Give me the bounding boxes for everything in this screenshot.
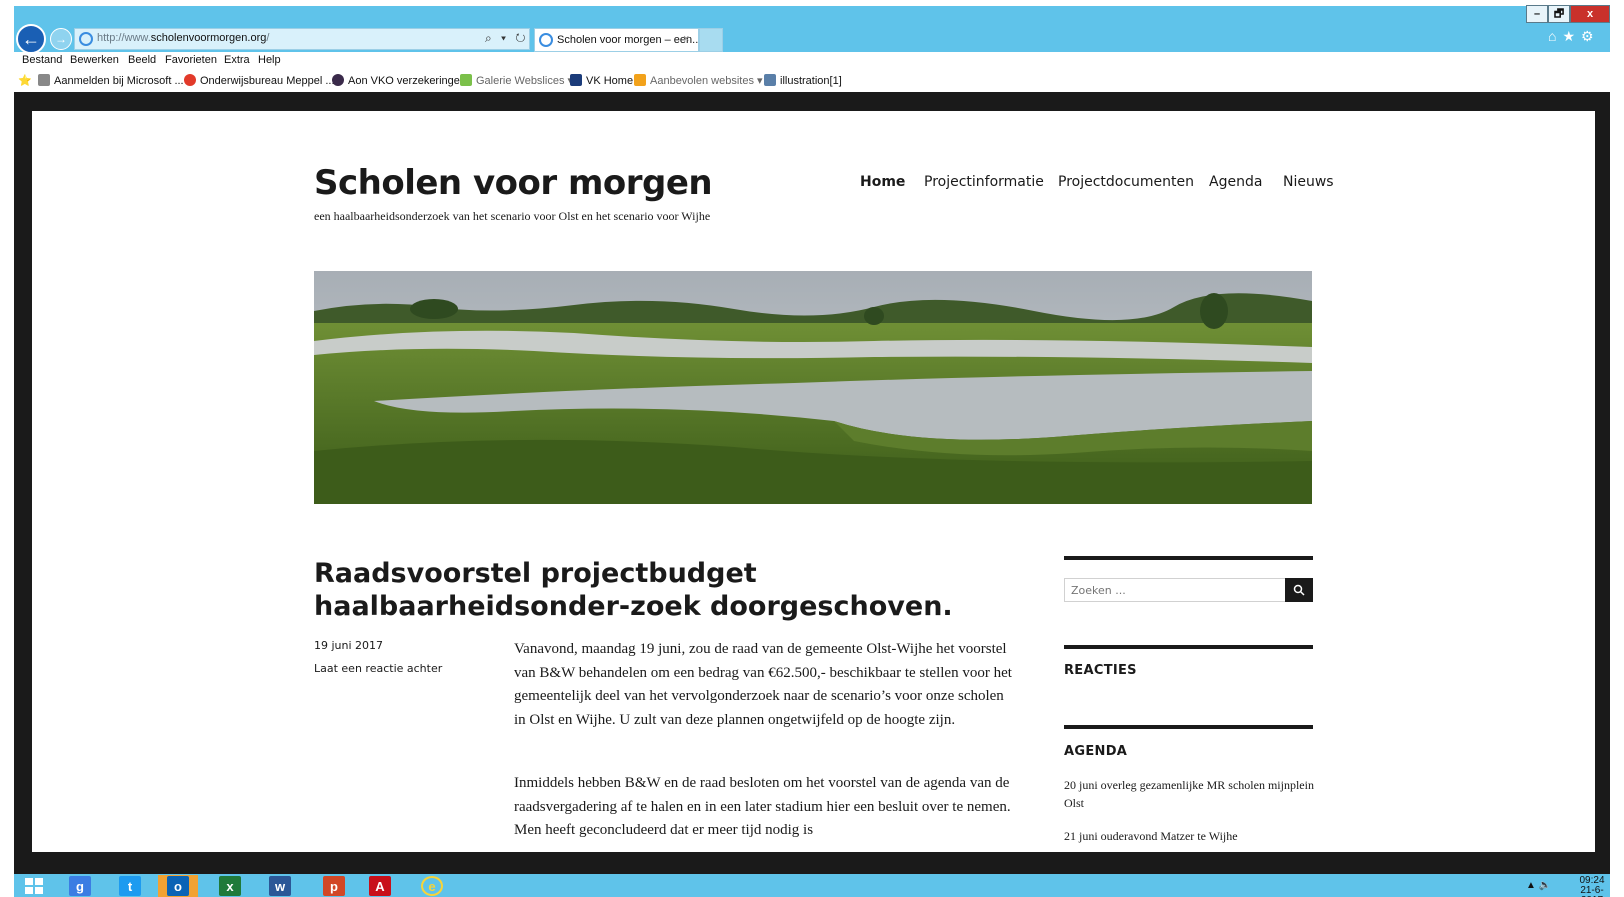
vk-icon <box>570 74 582 86</box>
river-landscape-image <box>314 271 1312 504</box>
word-icon: w <box>269 876 291 896</box>
tab-close-icon[interactable]: × <box>683 33 689 45</box>
post-title[interactable]: Raadsvoorstel projectbudget haalbaarheid… <box>314 557 1014 623</box>
tab-title: Scholen voor morgen – een... <box>557 34 702 46</box>
taskbar-excel[interactable]: x <box>210 875 250 897</box>
fav-label: Aanmelden bij Microsoft ... <box>54 75 184 87</box>
fav-aon[interactable]: Aon VKO verzekeringen <box>332 74 466 87</box>
taskbar-outlook[interactable]: o <box>158 875 198 897</box>
menu-bar: Bestand Bewerken Beeld Favorieten Extra … <box>14 52 1610 70</box>
acrobat-icon: A <box>369 876 391 896</box>
fav-label: Galerie Webslices ▾ <box>476 75 574 87</box>
taskbar-acrobat[interactable]: A <box>360 875 400 897</box>
ie-page-icon <box>79 32 93 46</box>
system-tray[interactable]: ▲ 🔈 <box>1526 880 1551 891</box>
taskbar-google[interactable]: g <box>60 875 100 897</box>
favorites-star-icon[interactable]: ⭐ <box>18 74 32 87</box>
image-icon <box>764 74 776 86</box>
search-input[interactable] <box>1065 579 1285 601</box>
google-icon: g <box>69 876 91 896</box>
fav-meppel[interactable]: Onderwijsbureau Meppel ... <box>184 74 335 87</box>
excel-icon: x <box>219 876 241 896</box>
agenda-item[interactable]: 20 juni overleg gezamenlijke MR scholen … <box>1064 776 1314 812</box>
ie-tab-icon <box>539 33 553 47</box>
url-suffix: / <box>266 32 270 44</box>
tab-scholen-voor-morgen[interactable]: Scholen voor morgen – een... × <box>534 28 702 52</box>
menu-bewerken[interactable]: Bewerken <box>70 54 119 66</box>
address-tools[interactable]: ⌕ ▾ ↻ <box>485 31 529 46</box>
webslice-icon <box>460 74 472 86</box>
leave-reply-link[interactable]: Laat een reactie achter <box>314 662 442 675</box>
fav-galerie-webslices[interactable]: Galerie Webslices ▾ <box>460 74 573 87</box>
search-button[interactable] <box>1285 578 1313 602</box>
fav-label: Onderwijsbureau Meppel ... <box>200 75 335 87</box>
clock[interactable]: 09:24 21-6-2017 <box>1574 876 1610 897</box>
address-bar[interactable]: http://www.scholenvoormorgen.org/ ⌕ ▾ ↻ <box>74 28 530 50</box>
forward-arrow-icon: → <box>55 32 67 46</box>
clock-date: 21-6-2017 <box>1580 885 1604 897</box>
menu-extra[interactable]: Extra <box>224 54 250 66</box>
taskbar: g t o x w p A e ▲ 🔈 09:24 21-6-2017 <box>14 874 1610 897</box>
search-field[interactable] <box>1064 578 1286 602</box>
window-controls: – 🗗 x <box>1526 5 1610 23</box>
home-favorites-tools-icons[interactable]: ⌂★⚙ <box>1548 28 1600 45</box>
nav-home[interactable]: Home <box>860 174 905 190</box>
url-text[interactable]: http://www.scholenvoormorgen.org/ <box>97 32 269 44</box>
widget-divider <box>1064 725 1313 729</box>
fav-illustration[interactable]: illustration[1] <box>764 74 842 87</box>
reacties-title: REACTIES <box>1064 663 1137 678</box>
agenda-item[interactable]: 21 juni ouderavond Matzer te Wijhe <box>1064 827 1314 845</box>
web-page: Scholen voor morgen een haalbaarheidsond… <box>32 111 1595 852</box>
powerpoint-icon: p <box>323 876 345 896</box>
url-prefix: http://www. <box>97 32 151 44</box>
taskbar-powerpoint[interactable]: p <box>314 875 354 897</box>
bing-icon <box>634 74 646 86</box>
agenda-title: AGENDA <box>1064 744 1128 759</box>
new-tab-button[interactable] <box>699 28 723 52</box>
fav-microsoft[interactable]: Aanmelden bij Microsoft ... <box>38 74 184 87</box>
fav-label: Aon VKO verzekeringen <box>348 75 467 87</box>
close-button[interactable]: x <box>1570 5 1610 23</box>
taskbar-word[interactable]: w <box>260 875 300 897</box>
site-title[interactable]: Scholen voor morgen <box>314 163 713 203</box>
start-button[interactable] <box>14 875 54 897</box>
twitter-icon: t <box>119 876 141 896</box>
url-domain: scholenvoormorgen.org <box>150 32 267 44</box>
widget-divider <box>1064 556 1313 560</box>
forward-button[interactable]: → <box>50 28 72 50</box>
post-paragraph: Inmiddels hebben B&W en de raad besloten… <box>514 775 1011 838</box>
post-date[interactable]: 19 juni 2017 <box>314 639 383 652</box>
back-button[interactable]: ← <box>16 24 46 54</box>
fav-label: Aanbevolen websites ▾ <box>650 75 763 87</box>
restore-button[interactable]: 🗗 <box>1548 5 1570 23</box>
aon-icon <box>332 74 344 86</box>
fav-label: VK Home <box>586 75 634 87</box>
nav-nieuws[interactable]: Nieuws <box>1283 174 1334 190</box>
fav-aanbevolen-websites[interactable]: Aanbevolen websites ▾ <box>634 74 763 87</box>
menu-bestand[interactable]: Bestand <box>22 54 62 66</box>
header-image <box>314 271 1312 504</box>
menu-beeld[interactable]: Beeld <box>128 54 156 66</box>
internet-explorer-icon: e <box>421 876 443 896</box>
post-paragraph: Vanavond, maandag 19 juni, zou de raad v… <box>514 641 1012 728</box>
site-description: een haalbaarheidsonderzoek van het scena… <box>314 209 711 223</box>
taskbar-internet-explorer[interactable]: e <box>412 875 452 897</box>
nav-projectinformatie[interactable]: Projectinformatie <box>924 174 1044 190</box>
nav-projectdocumenten[interactable]: Projectdocumenten <box>1058 174 1194 190</box>
microsoft-icon <box>38 74 50 86</box>
favorites-bar: ⭐ Aanmelden bij Microsoft ... Onderwijsb… <box>14 70 1610 92</box>
minimize-button[interactable]: – <box>1526 5 1548 23</box>
search-icon <box>1293 584 1305 596</box>
fav-vk-home[interactable]: VK Home <box>570 74 633 87</box>
fav-label: illustration[1] <box>780 75 842 87</box>
back-arrow-icon: ← <box>22 28 40 49</box>
menu-help[interactable]: Help <box>258 54 281 66</box>
nav-agenda[interactable]: Agenda <box>1209 174 1262 190</box>
meppel-icon <box>184 74 196 86</box>
menu-favorieten[interactable]: Favorieten <box>165 54 217 66</box>
widget-divider <box>1064 645 1313 649</box>
taskbar-twitter[interactable]: t <box>110 875 150 897</box>
outlook-icon: o <box>167 876 189 896</box>
windows-start-icon <box>25 878 43 894</box>
